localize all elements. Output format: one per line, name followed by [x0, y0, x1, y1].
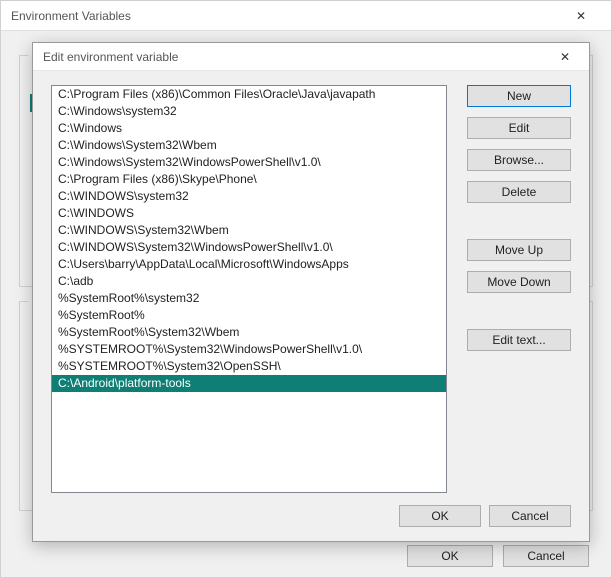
move-up-button[interactable]: Move Up	[467, 239, 571, 261]
list-item[interactable]: C:\Program Files (x86)\Skype\Phone\	[52, 171, 446, 188]
move-down-button[interactable]: Move Down	[467, 271, 571, 293]
edit-env-var-titlebar: Edit environment variable ✕	[33, 43, 589, 71]
edit-button[interactable]: Edit	[467, 117, 571, 139]
list-item[interactable]: C:\Windows\system32	[52, 103, 446, 120]
env-vars-bottom-buttons: OK Cancel	[407, 545, 589, 567]
list-item[interactable]: C:\WINDOWS	[52, 205, 446, 222]
list-item[interactable]: %SystemRoot%\System32\Wbem	[52, 324, 446, 341]
list-item[interactable]: C:\Users\barry\AppData\Local\Microsoft\W…	[52, 256, 446, 273]
env-vars-title: Environment Variables	[11, 1, 131, 31]
button-gap	[467, 303, 571, 329]
cancel-button[interactable]: Cancel	[489, 505, 571, 527]
list-item[interactable]: C:\adb	[52, 273, 446, 290]
edit-env-var-body: C:\Program Files (x86)\Common Files\Orac…	[33, 71, 589, 541]
list-item[interactable]: %SystemRoot%	[52, 307, 446, 324]
ok-button[interactable]: OK	[407, 545, 493, 567]
list-item[interactable]: C:\Windows\System32\WindowsPowerShell\v1…	[52, 154, 446, 171]
edit-env-var-dialog: Edit environment variable ✕ C:\Program F…	[32, 42, 590, 542]
button-gap	[467, 213, 571, 239]
path-listbox[interactable]: C:\Program Files (x86)\Common Files\Orac…	[51, 85, 447, 493]
ok-button[interactable]: OK	[399, 505, 481, 527]
new-button[interactable]: New	[467, 85, 571, 107]
list-item[interactable]: C:\Windows\System32\Wbem	[52, 137, 446, 154]
close-icon[interactable]: ✕	[561, 1, 601, 31]
list-item[interactable]: C:\WINDOWS\System32\Wbem	[52, 222, 446, 239]
list-item[interactable]: C:\Android\platform-tools	[52, 375, 446, 392]
delete-button[interactable]: Delete	[467, 181, 571, 203]
side-buttons: New Edit Browse... Delete Move Up Move D…	[467, 85, 571, 361]
env-vars-titlebar: Environment Variables ✕	[1, 1, 611, 31]
list-item[interactable]: C:\Program Files (x86)\Common Files\Orac…	[52, 86, 446, 103]
close-icon[interactable]: ✕	[545, 43, 585, 71]
list-item[interactable]: %SystemRoot%\system32	[52, 290, 446, 307]
edit-env-var-title: Edit environment variable	[43, 50, 178, 64]
browse-button[interactable]: Browse...	[467, 149, 571, 171]
list-item[interactable]: C:\WINDOWS\System32\WindowsPowerShell\v1…	[52, 239, 446, 256]
list-item[interactable]: %SYSTEMROOT%\System32\WindowsPowerShell\…	[52, 341, 446, 358]
cancel-button[interactable]: Cancel	[503, 545, 589, 567]
list-item[interactable]: %SYSTEMROOT%\System32\OpenSSH\	[52, 358, 446, 375]
edit-text-button[interactable]: Edit text...	[467, 329, 571, 351]
list-item[interactable]: C:\Windows	[52, 120, 446, 137]
list-item[interactable]: C:\WINDOWS\system32	[52, 188, 446, 205]
edit-env-var-bottom-buttons: OK Cancel	[399, 505, 571, 527]
